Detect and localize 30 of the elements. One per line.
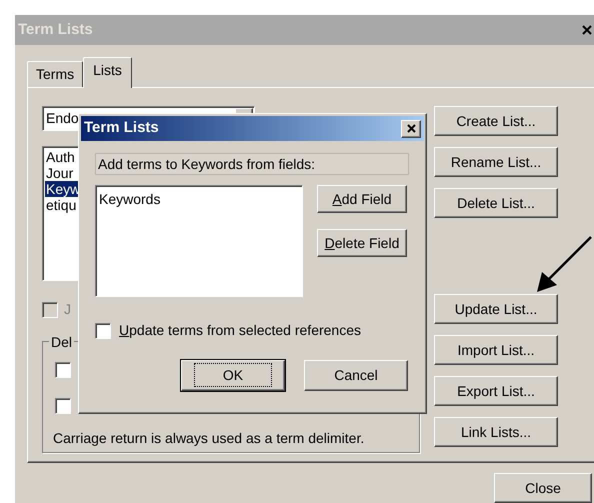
dropdown-value: Endo xyxy=(46,109,79,128)
list-action-button[interactable]: Delete List... xyxy=(434,188,558,218)
close-icon[interactable] xyxy=(401,120,421,138)
list-item[interactable]: etiqu xyxy=(45,197,78,213)
dialog-button[interactable]: Cancel xyxy=(304,360,408,391)
list-item[interactable]: Auth xyxy=(45,149,76,165)
checkbox[interactable] xyxy=(95,322,111,338)
window-title: Term Lists xyxy=(18,20,93,40)
delimiter-note: Carriage return is always used as a term delimiter. xyxy=(53,429,366,448)
list-action-button[interactable]: Import List... xyxy=(434,335,558,365)
pointer-arrow xyxy=(534,236,592,294)
checkbox-label: Update terms from selected references xyxy=(119,321,362,340)
dialog-button[interactable]: OK xyxy=(181,360,285,391)
list-item[interactable]: Jour xyxy=(45,165,74,181)
checkbox-label: J xyxy=(64,300,71,319)
list-action-button[interactable]: Update List... xyxy=(434,294,558,324)
tab[interactable]: Terms xyxy=(27,61,84,87)
field-button[interactable]: Add Field xyxy=(317,185,407,213)
prompt-label: Add terms to Keywords from fields: xyxy=(95,153,409,175)
field-button[interactable]: Delete Field xyxy=(317,229,407,257)
checkbox[interactable] xyxy=(55,362,71,378)
dialog-title: Term Lists xyxy=(84,118,159,138)
tab[interactable]: Lists xyxy=(83,57,132,88)
list-action-button[interactable]: Rename List... xyxy=(434,147,558,177)
close-button[interactable]: Close xyxy=(494,473,592,503)
list-action-button[interactable]: Export List... xyxy=(434,376,558,406)
list-action-button[interactable]: Link Lists... xyxy=(434,417,558,447)
field-item[interactable]: Keywords xyxy=(99,189,160,210)
list-action-button[interactable]: Create List... xyxy=(434,106,558,136)
checkbox[interactable] xyxy=(55,398,71,414)
